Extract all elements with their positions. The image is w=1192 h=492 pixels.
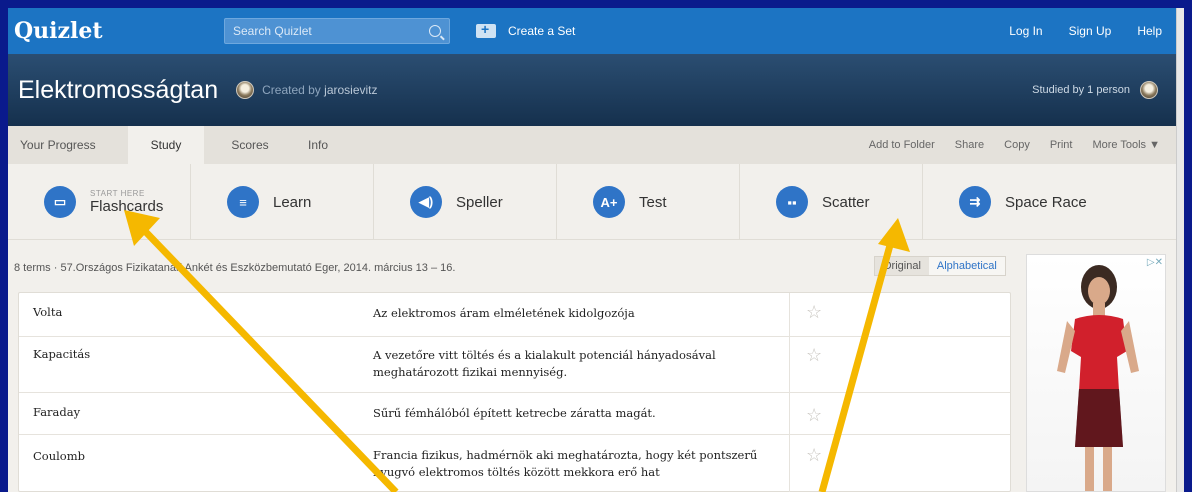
mode-learn[interactable]: ≡ Learn	[191, 164, 374, 240]
star-icon[interactable]: ☆	[789, 435, 1010, 492]
studied-count: Studied by 1 person	[1032, 84, 1130, 96]
mode-label: Space Race	[1005, 193, 1087, 211]
created-by-prefix: Created by	[262, 83, 321, 97]
page-title: Elektromosságtan	[18, 75, 219, 104]
top-navbar: Quizlet Search Quizlet Create a Set Log …	[8, 8, 1176, 54]
set-meta: 8 terms · 57.Országos Fizikatanári Ankét…	[14, 262, 456, 274]
help-link[interactable]: Help	[1137, 24, 1162, 38]
mode-flashcards[interactable]: ▭ START HERE Flashcards	[8, 164, 191, 240]
space-race-icon: ⇉	[959, 186, 991, 218]
ad-model-image	[1057, 265, 1139, 491]
term-row: Volta Az elektromos áram elméletének kid…	[19, 293, 1010, 337]
account-links: Log In Sign Up Help	[983, 24, 1162, 38]
more-tools-dropdown[interactable]: More Tools ▼	[1092, 139, 1160, 151]
creator-link[interactable]: jarosievitz	[324, 83, 377, 97]
signup-link[interactable]: Sign Up	[1069, 24, 1112, 38]
sort-toggle: Original Alphabetical	[874, 256, 1006, 276]
sort-alphabetical[interactable]: Alphabetical	[929, 257, 1005, 275]
create-set-icon	[476, 21, 496, 38]
share-link[interactable]: Share	[955, 139, 984, 151]
study-modes: ▭ START HERE Flashcards ≡ Learn ◀) Spell…	[8, 164, 1176, 240]
browser-viewport: Quizlet Search Quizlet Create a Set Log …	[8, 8, 1184, 492]
creator-avatar[interactable]	[236, 81, 255, 99]
term-text: Faraday	[33, 405, 81, 419]
definition-text: Francia fizikus, hadmérnök aki meghatáro…	[373, 448, 758, 479]
definition-text: Az elektromos áram elméletének kidolgozó…	[373, 306, 635, 320]
terms-list: Volta Az elektromos áram elméletének kid…	[18, 292, 1011, 492]
mode-scatter[interactable]: ▪▪ Scatter	[740, 164, 923, 240]
star-icon[interactable]: ☆	[789, 337, 1010, 392]
mode-label: Learn	[273, 193, 312, 211]
mode-space-race[interactable]: ⇉ Space Race	[923, 164, 1106, 240]
term-row: Coulomb Francia fizikus, hadmérnök aki m…	[19, 435, 1010, 492]
mode-label: Flashcards	[90, 197, 164, 215]
term-text: Coulomb	[33, 449, 85, 463]
copy-link[interactable]: Copy	[1004, 139, 1030, 151]
definition-text: Sűrű fémhálóból épített ketrecbe záratta…	[373, 406, 656, 420]
login-link[interactable]: Log In	[1009, 24, 1042, 38]
sort-original[interactable]: Original	[875, 257, 929, 275]
print-link[interactable]: Print	[1050, 139, 1073, 151]
tab-study[interactable]: Study	[128, 126, 204, 164]
term-row: Kapacitás A vezetőre vitt töltés és a ki…	[19, 337, 1010, 393]
set-header: Elektromosságtan Created by jarosievitz …	[8, 54, 1176, 126]
search-input[interactable]: Search Quizlet	[224, 18, 450, 44]
tab-scores[interactable]: Scores	[204, 126, 296, 164]
create-set-label: Create a Set	[508, 24, 576, 38]
add-to-folder-link[interactable]: Add to Folder	[869, 139, 935, 151]
term-text: Kapacitás	[33, 347, 91, 361]
set-tools: Add to Folder Share Copy Print More Tool…	[849, 139, 1160, 151]
page-scrollbar[interactable]	[1176, 8, 1184, 492]
search-placeholder: Search Quizlet	[233, 24, 312, 38]
create-set-button[interactable]: Create a Set	[476, 21, 576, 38]
start-here-label: START HERE	[90, 188, 145, 198]
test-icon: A+	[593, 186, 625, 218]
mode-speller[interactable]: ◀) Speller	[374, 164, 557, 240]
tab-info[interactable]: Info	[296, 126, 340, 164]
quizlet-logo[interactable]: Quizlet	[14, 18, 224, 44]
set-tabs: Your Progress Study Scores Info Add to F…	[8, 126, 1176, 164]
mode-label: Test	[639, 193, 667, 211]
mode-label: Speller	[456, 193, 503, 211]
mode-label: Scatter	[822, 193, 870, 211]
term-text: Volta	[33, 305, 63, 319]
definition-text: A vezetőre vitt töltés és a kialakult po…	[373, 348, 716, 379]
star-icon[interactable]: ☆	[789, 293, 1010, 336]
created-by: Created by jarosievitz	[262, 83, 377, 97]
studier-avatar[interactable]	[1140, 81, 1158, 99]
speaker-icon: ◀)	[410, 186, 442, 218]
advertisement[interactable]: ▷✕	[1026, 254, 1166, 492]
ad-close-icon[interactable]: ▷✕	[1147, 257, 1163, 268]
mode-test[interactable]: A+ Test	[557, 164, 740, 240]
term-row: Faraday Sűrű fémhálóból épített ketrecbe…	[19, 393, 1010, 435]
tab-your-progress[interactable]: Your Progress	[8, 126, 128, 164]
search-icon[interactable]	[429, 25, 441, 37]
flashcards-icon: ▭	[44, 186, 76, 218]
scatter-icon: ▪▪	[776, 186, 808, 218]
star-icon[interactable]: ☆	[789, 393, 1010, 434]
learn-icon: ≡	[227, 186, 259, 218]
